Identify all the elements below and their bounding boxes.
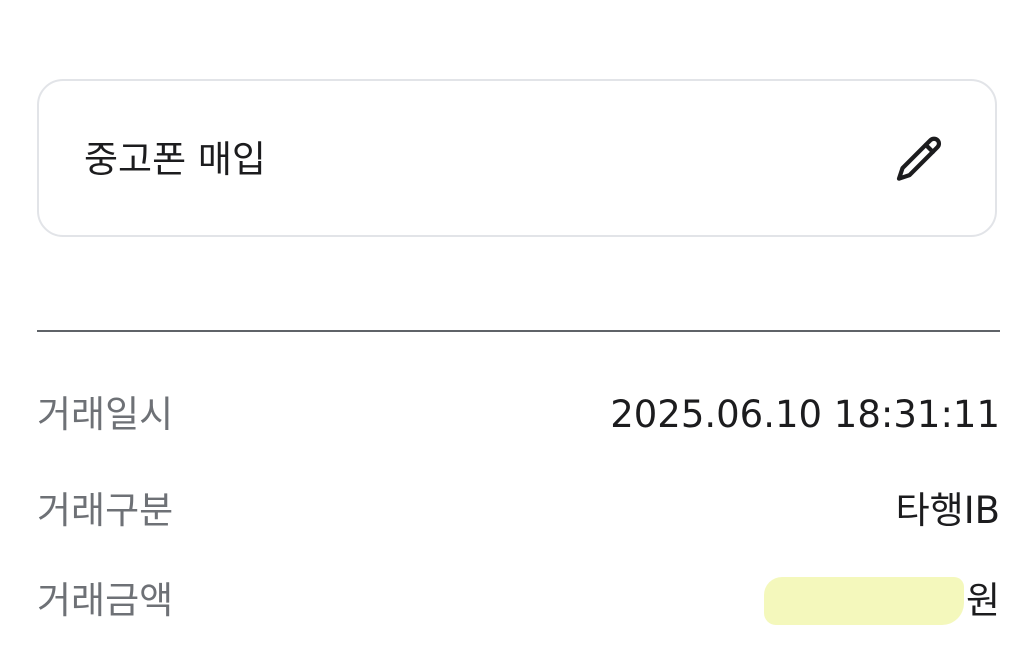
- detail-row-datetime: 거래일시 2025.06.10 18:31:11: [37, 389, 1000, 441]
- memo-card[interactable]: 중고폰 매입: [37, 79, 997, 237]
- detail-row-type: 거래구분 타행IB: [37, 485, 1000, 537]
- edit-memo-button[interactable]: [891, 131, 949, 189]
- detail-row-amount: 거래금액 원: [37, 575, 1000, 627]
- type-label: 거래구분: [37, 489, 174, 532]
- pencil-icon: [896, 136, 942, 181]
- amount-currency-suffix: 원: [965, 579, 1000, 622]
- amount-label: 거래금액: [37, 579, 174, 622]
- datetime-label: 거래일시: [37, 393, 174, 436]
- amount-value: 원: [763, 575, 1000, 627]
- amount-redaction-highlight: [763, 577, 964, 625]
- memo-text: 중고폰 매입: [84, 138, 266, 181]
- type-value: 타행IB: [895, 489, 1000, 532]
- section-divider: [37, 330, 1000, 332]
- transaction-detail-page: 중고폰 매입 거래일시 2025.06.10 18:31:11 거래구분 타행I…: [0, 0, 1024, 646]
- datetime-value: 2025.06.10 18:31:11: [610, 393, 1000, 436]
